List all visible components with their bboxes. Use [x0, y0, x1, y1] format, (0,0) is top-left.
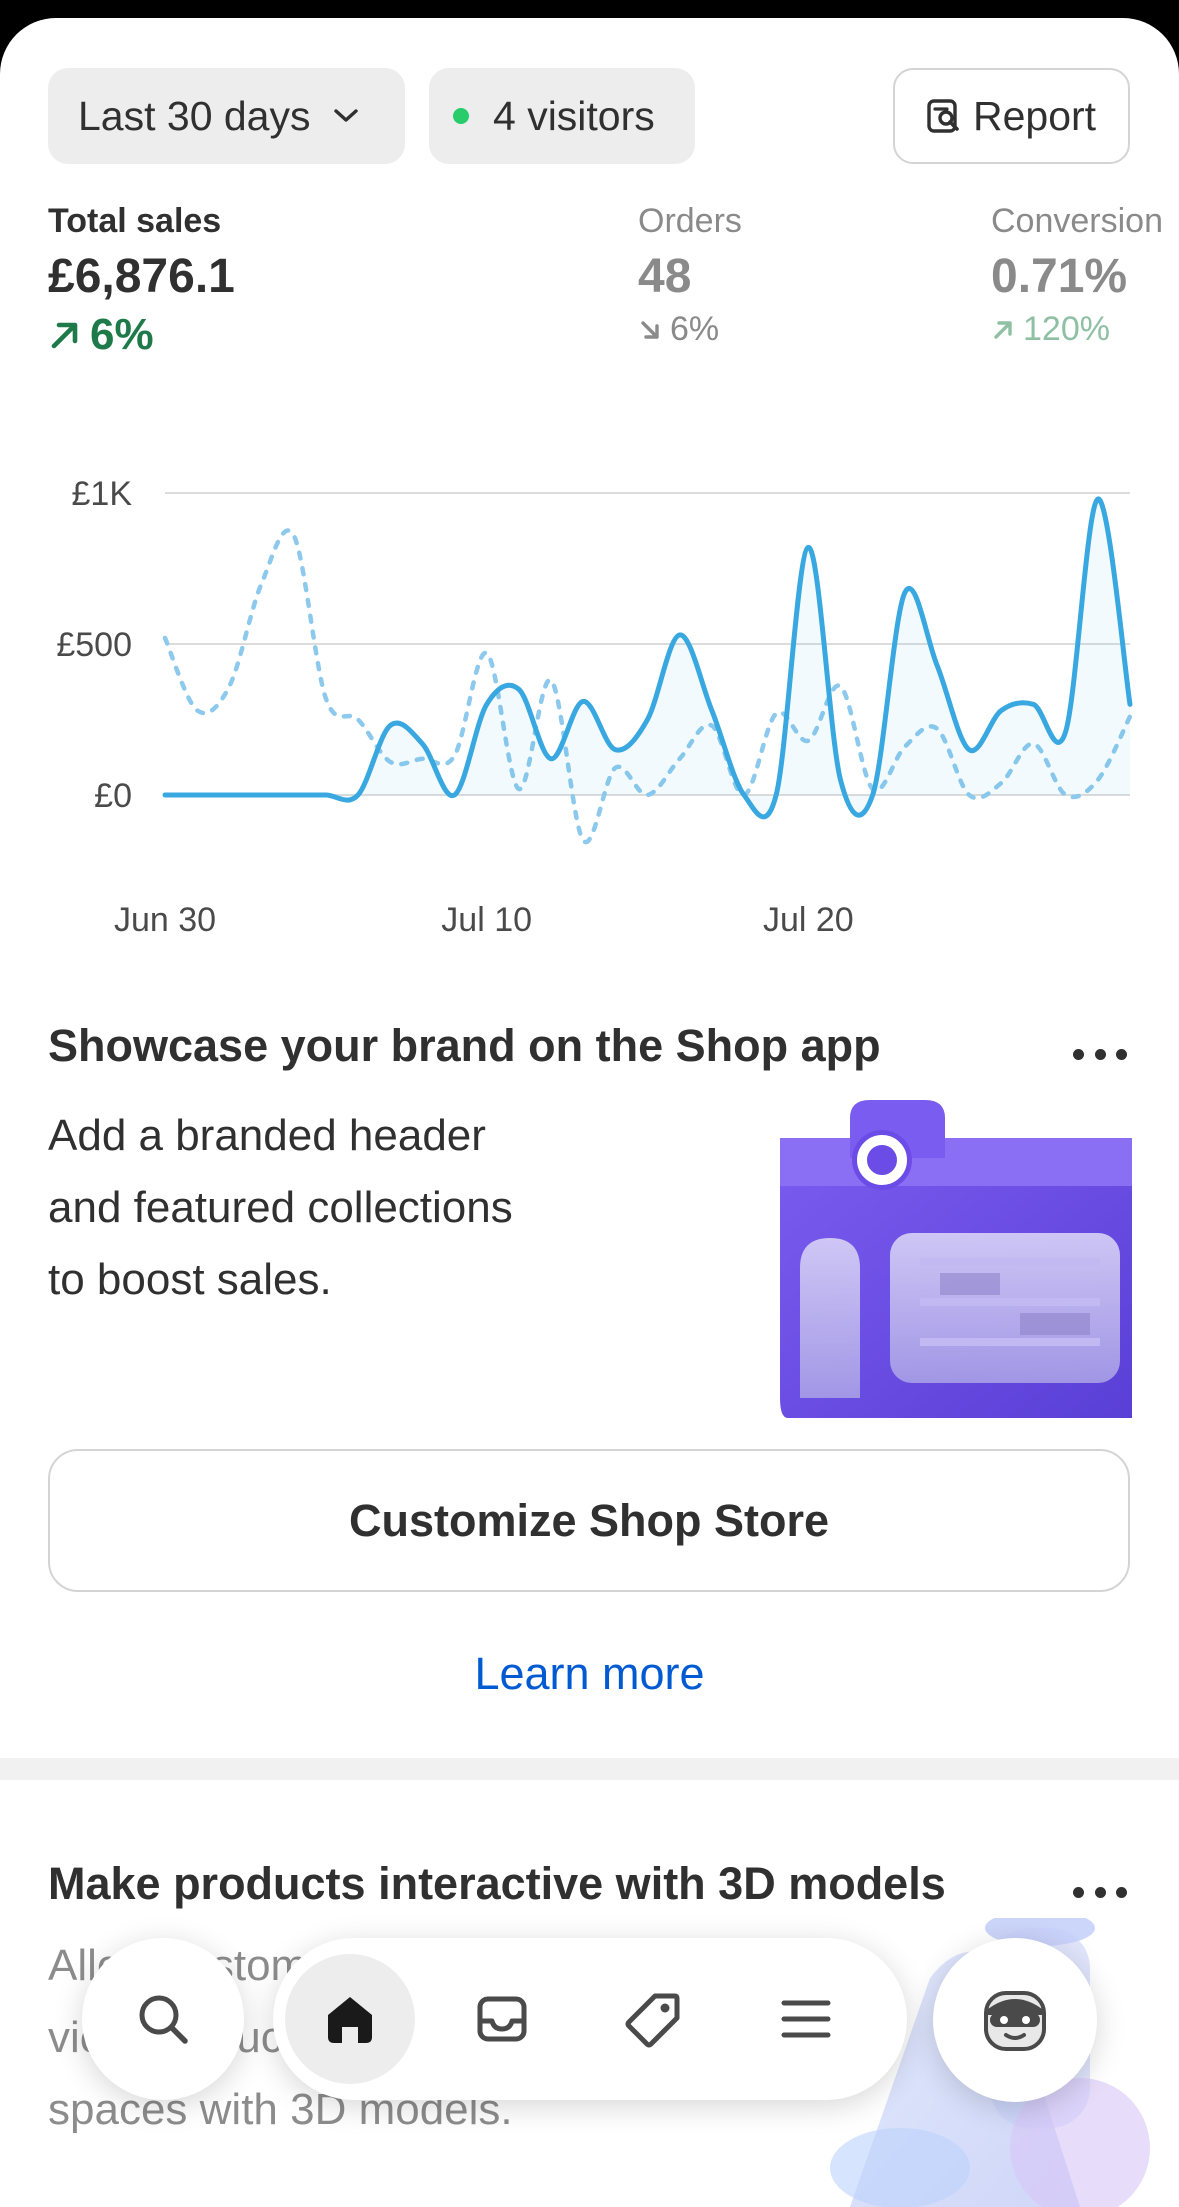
metric-delta-value: 120%: [1023, 310, 1110, 348]
avatar-icon: [984, 1991, 1046, 2051]
3d-card-title: Make products interactive with 3D models: [48, 1858, 946, 1909]
inbox-icon: [477, 1996, 527, 2042]
app-sheet: Last 30 days 4 visitors Report Total sal…: [0, 18, 1179, 2207]
nav-products-button[interactable]: [589, 1954, 719, 2084]
shop-card-line: Add a branded header: [48, 1111, 486, 1160]
chevron-down-icon: [331, 101, 361, 131]
shop-card-line: to boost sales.: [48, 1255, 332, 1304]
visitors-label: 4 visitors: [493, 92, 655, 139]
learn-more-link[interactable]: Learn more: [0, 1648, 1179, 1700]
metric-conversion[interactable]: Conversion 0.71% 120%: [991, 202, 1179, 349]
nav-avatar-button[interactable]: [933, 1938, 1097, 2102]
bottom-nav-bar: [273, 1938, 907, 2100]
date-range-label: Last 30 days: [78, 92, 311, 139]
arrow-down-right-icon: [638, 318, 662, 342]
customize-shop-store-button[interactable]: Customize Shop Store: [48, 1449, 1130, 1592]
arrow-up-right-icon: [991, 318, 1015, 342]
menu-icon: [781, 2000, 831, 2038]
metric-orders[interactable]: Orders 48 6%: [638, 202, 742, 349]
metric-delta: 120%: [991, 310, 1179, 349]
metric-value: 0.71%: [991, 250, 1128, 303]
metric-delta: 6%: [638, 310, 742, 349]
live-visitors-pill[interactable]: 4 visitors: [429, 68, 695, 164]
chart-y-tick-label: £500: [56, 626, 132, 664]
shop-card-line: and featured collections: [48, 1183, 513, 1232]
report-icon: [925, 96, 965, 136]
home-icon: [328, 1997, 372, 2043]
chart-y-tick-label: £0: [94, 777, 132, 815]
shop-card-body: Add a branded header and featured collec…: [48, 1100, 608, 1316]
shop-store-illustration: [780, 1100, 1132, 1418]
chart-x-tick-label: Jun 30: [114, 901, 216, 939]
nav-menu-button[interactable]: [741, 1954, 871, 2084]
arrow-up-right-icon: [48, 318, 82, 352]
metric-delta-value: 6%: [90, 310, 154, 359]
sales-chart[interactable]: £1K £500 £0 Jun 30 Jul 10 Jul 20: [0, 438, 1179, 958]
metric-total-sales[interactable]: Total sales £6,876.1 6%: [48, 202, 235, 360]
chart-x-tick-label: Jul 10: [441, 901, 532, 939]
metric-label: Orders: [638, 202, 742, 240]
section-divider: [0, 1758, 1179, 1780]
report-label: Report: [973, 92, 1097, 139]
chart-x-tick-label: Jul 20: [763, 901, 854, 939]
chart-y-tick-label: £1K: [72, 475, 133, 513]
tag-icon: [625, 1993, 680, 2048]
metric-value: £6,876.1: [48, 250, 235, 303]
metric-label: Conversion: [991, 202, 1163, 240]
date-range-selector[interactable]: Last 30 days: [48, 68, 405, 164]
shop-card-title: Showcase your brand on the Shop app: [48, 1020, 881, 1071]
chart-series-area: [165, 498, 1130, 817]
more-options-icon[interactable]: [1073, 1882, 1127, 1902]
nav-orders-button[interactable]: [437, 1954, 567, 2084]
search-icon: [139, 1995, 188, 2044]
report-button[interactable]: Report: [893, 68, 1130, 164]
nav-search-button[interactable]: [82, 1938, 244, 2100]
metric-label: Total sales: [48, 202, 222, 240]
more-options-icon[interactable]: [1073, 1044, 1127, 1064]
metric-value: 48: [638, 250, 692, 303]
metric-delta-value: 6%: [670, 310, 720, 348]
metric-delta: 6%: [48, 310, 235, 360]
nav-home-button[interactable]: [285, 1954, 415, 2084]
live-status-dot: [453, 108, 469, 124]
